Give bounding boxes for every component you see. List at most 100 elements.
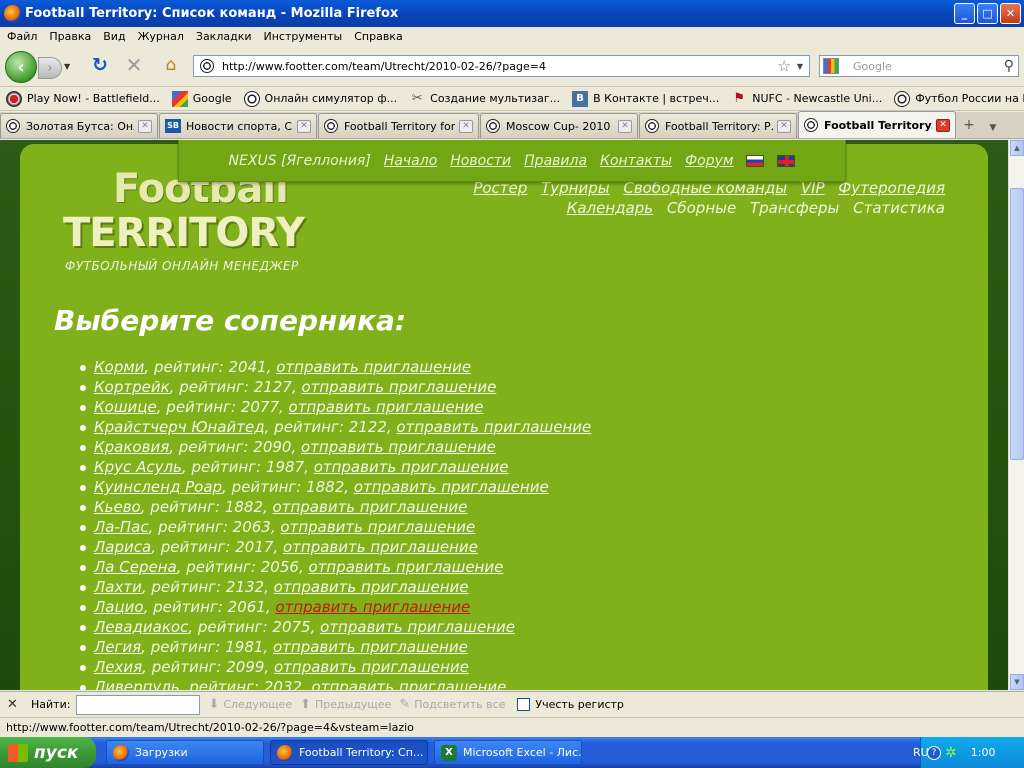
tab-close-icon[interactable]: ✕	[618, 119, 632, 133]
send-invite-link[interactable]: отправить приглашение	[301, 438, 496, 456]
team-link[interactable]: Крайстчерч Юнайтед	[94, 418, 265, 436]
team-link[interactable]: Лехия	[94, 658, 142, 676]
scroll-thumb[interactable]	[1010, 188, 1024, 460]
start-button[interactable]: пуск	[0, 737, 96, 768]
team-link[interactable]: Лацио	[94, 598, 144, 616]
send-invite-link[interactable]: отправить приглашение	[275, 598, 470, 616]
menu-bookmarks[interactable]: Закладки	[196, 30, 252, 43]
send-invite-link[interactable]: отправить приглашение	[309, 558, 504, 576]
tray-clock[interactable]: 1:00	[971, 746, 996, 759]
match-case-checkbox[interactable]	[517, 698, 531, 711]
stop-button[interactable]: ✕	[124, 55, 144, 75]
menu-edit[interactable]: Правка	[49, 30, 91, 43]
team-link[interactable]: Ливерпуль	[94, 678, 180, 690]
taskbar-item-excel[interactable]: X Microsoft Excel - Лис...	[434, 740, 582, 765]
search-box[interactable]: Google ⚲	[819, 55, 1019, 77]
team-link[interactable]: Кортрейк	[94, 378, 170, 396]
team-link[interactable]: Кьево	[94, 498, 141, 516]
bookmark-item[interactable]: Play Now! - Battlefield...	[6, 90, 160, 107]
bookmark-item[interactable]: ✂ Создание мультизаг...	[409, 91, 560, 107]
send-invite-link[interactable]: отправить приглашение	[283, 538, 478, 556]
minimize-button[interactable]: _	[954, 3, 975, 24]
nav-rules-link[interactable]: Правила	[524, 153, 587, 169]
reload-button[interactable]: ↻	[90, 55, 110, 75]
team-link[interactable]: Левадиакос	[94, 618, 188, 636]
home-button[interactable]: ⌂	[160, 55, 182, 75]
window-titlebar[interactable]: Football Territory: Список команд - Mozi…	[0, 0, 1024, 27]
nav-forum-link[interactable]: Форум	[685, 153, 733, 169]
send-invite-link[interactable]: отправить приглашение	[396, 418, 591, 436]
tab-football-territory-active[interactable]: Football Territory... ✕	[798, 111, 956, 138]
bookmark-item[interactable]: Футбол России на Ев...	[894, 90, 1024, 107]
send-invite-link[interactable]: отправить приглашение	[312, 678, 507, 690]
search-icon[interactable]: ⚲	[1004, 58, 1014, 74]
team-link[interactable]: Легия	[94, 638, 141, 656]
nav-transfers[interactable]: Трансферы	[750, 199, 839, 217]
send-invite-link[interactable]: отправить приглашение	[320, 618, 515, 636]
team-link[interactable]: Лахти	[94, 578, 142, 596]
taskbar-item-downloads[interactable]: Загрузки	[106, 740, 264, 765]
scroll-down-icon[interactable]: ▼	[1010, 674, 1024, 690]
tab-close-icon[interactable]: ✕	[936, 118, 950, 132]
team-link[interactable]: Ла Серена	[94, 558, 177, 576]
send-invite-link[interactable]: отправить приглашение	[301, 378, 496, 396]
nav-contacts-link[interactable]: Контакты	[600, 153, 672, 169]
address-input[interactable]: http://www.footter.com/team/Utrecht/2010…	[222, 60, 777, 73]
back-button[interactable]: ‹	[5, 51, 37, 83]
tab-football-territory-r[interactable]: Football Territory: Р... ✕	[639, 113, 797, 138]
tab-list-icon[interactable]: ▼	[981, 123, 1005, 133]
tab-zolotaya-butsa[interactable]: Золотая Бутса: Онл... ✕	[0, 113, 158, 138]
tab-moscow-cup[interactable]: Moscow Cup- 2010 ✕	[480, 113, 638, 138]
search-input[interactable]: Google	[853, 60, 1004, 73]
tab-football-territory-forum[interactable]: Football Territory for... ✕	[318, 113, 479, 138]
send-invite-link[interactable]: отправить приглашение	[289, 398, 484, 416]
vertical-scrollbar[interactable]: ▲ ▼	[1008, 140, 1024, 690]
team-link[interactable]: Лариса	[94, 538, 151, 556]
find-next-button[interactable]: ⬇ Следующее	[208, 697, 292, 712]
nav-news-link[interactable]: Новости	[450, 153, 511, 169]
nav-statistics[interactable]: Статистика	[853, 199, 945, 217]
forward-button[interactable]: ›	[38, 57, 62, 79]
language-indicator[interactable]: RU	[913, 746, 929, 759]
tab-close-icon[interactable]: ✕	[777, 119, 791, 133]
tab-sports-news[interactable]: SB Новости спорта, Сп... ✕	[159, 113, 317, 138]
address-bar[interactable]: http://www.footter.com/team/Utrecht/2010…	[193, 55, 810, 77]
scroll-up-icon[interactable]: ▲	[1010, 140, 1024, 156]
team-link[interactable]: Корми	[94, 358, 144, 376]
close-button[interactable]: ✕	[1000, 3, 1021, 24]
nav-national-teams[interactable]: Сборные	[667, 199, 736, 217]
team-link[interactable]: Куинсленд Роар	[94, 478, 222, 496]
bookmark-item[interactable]: ⚑ NUFC - Newcastle Uni...	[731, 91, 882, 107]
send-invite-link[interactable]: отправить приглашение	[276, 358, 471, 376]
bookmark-star-icon[interactable]: ☆	[777, 57, 790, 75]
bookmark-item[interactable]: Google	[171, 90, 232, 107]
tray-help-icon[interactable]: ?	[927, 745, 941, 760]
team-link[interactable]: Крус Асуль	[94, 458, 182, 476]
menu-view[interactable]: Вид	[103, 30, 125, 43]
menu-file[interactable]: Файл	[7, 30, 37, 43]
menu-history[interactable]: Журнал	[138, 30, 184, 43]
highlight-all-button[interactable]: ✎ Подсветить все	[399, 697, 505, 712]
send-invite-link[interactable]: отправить приглашение	[274, 658, 469, 676]
url-dropdown-icon[interactable]: ▼	[797, 62, 803, 71]
menu-tools[interactable]: Инструменты	[264, 30, 343, 43]
find-input[interactable]	[76, 694, 201, 715]
nav-calendar-link[interactable]: Календарь	[567, 199, 653, 217]
send-invite-link[interactable]: отправить приглашение	[273, 498, 468, 516]
send-invite-link[interactable]: отправить приглашение	[280, 518, 475, 536]
find-prev-button[interactable]: ⬆ Предыдущее	[300, 697, 391, 712]
tray-app-icon[interactable]: ✲	[945, 745, 957, 761]
bookmark-item[interactable]: B В Контакте | встреч...	[572, 90, 719, 107]
send-invite-link[interactable]: отправить приглашение	[273, 638, 468, 656]
bookmark-item[interactable]: Онлайн симулятор ф...	[243, 90, 397, 107]
send-invite-link[interactable]: отправить приглашение	[274, 578, 469, 596]
find-close-icon[interactable]: ✕	[7, 697, 21, 712]
new-tab-icon[interactable]: +	[957, 117, 981, 133]
russian-flag-icon[interactable]	[746, 154, 765, 167]
nav-home-link[interactable]: Начало	[384, 153, 437, 169]
team-link[interactable]: Краковия	[94, 438, 169, 456]
send-invite-link[interactable]: отправить приглашение	[354, 478, 549, 496]
google-engine-icon[interactable]	[823, 58, 839, 74]
english-flag-icon[interactable]	[777, 154, 796, 167]
tab-close-icon[interactable]: ✕	[138, 119, 152, 133]
